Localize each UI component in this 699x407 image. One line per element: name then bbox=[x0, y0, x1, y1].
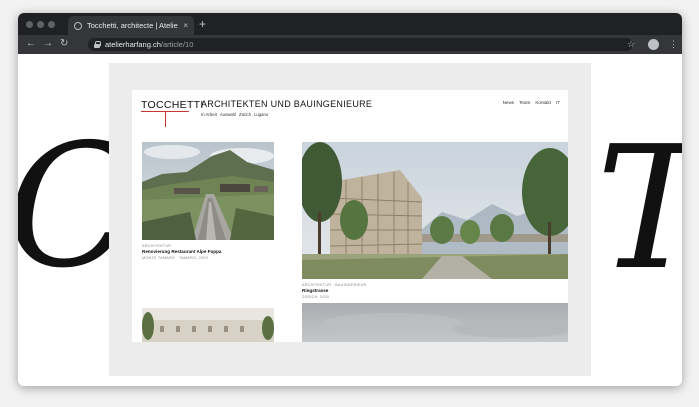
reload-icon[interactable]: ↻ bbox=[60, 38, 68, 50]
background-glyph-right: T bbox=[596, 124, 682, 294]
ringstrasse-render bbox=[302, 142, 568, 279]
url-text[interactable]: atelierharfang.ch/article/10 bbox=[105, 40, 193, 49]
favicon-icon bbox=[74, 21, 82, 30]
nav-item-news[interactable]: News bbox=[503, 100, 515, 105]
subnav-item-auswahl[interactable]: Auswahl bbox=[220, 112, 236, 117]
back-arrow-icon[interactable]: ← bbox=[26, 38, 36, 50]
subnav-item-zurich[interactable]: Zürich bbox=[239, 112, 251, 117]
url-domain: atelierharfang.ch bbox=[105, 40, 161, 49]
main-navigation: News Team Kontakt IT bbox=[503, 100, 560, 105]
menu-kebab-icon[interactable]: ⋮ bbox=[669, 38, 678, 50]
browser-toolbar: ← → ↻ atelierharfang.ch/article/10 ☆ ⋮ bbox=[18, 35, 682, 54]
project-image-4[interactable] bbox=[302, 303, 568, 342]
browser-tab[interactable]: Tocchetti, architecte | Atelier H × bbox=[68, 16, 194, 35]
project-category: ARCHITEKTUR bbox=[142, 244, 172, 248]
project-details: ZÜRICH, 2020 bbox=[302, 295, 330, 299]
maximize-window-dot[interactable] bbox=[48, 21, 55, 28]
nav-item-kontakt[interactable]: Kontakt bbox=[535, 100, 551, 105]
forward-arrow-icon[interactable]: → bbox=[43, 38, 53, 50]
project-category: ARCHITEKTUR · BAUINGENIEUR bbox=[302, 283, 367, 287]
new-tab-button[interactable]: + bbox=[199, 17, 206, 31]
logo-accent-stem bbox=[165, 111, 166, 127]
subnav-item-lugano[interactable]: Lugano bbox=[254, 112, 268, 117]
browser-window: Tocchetti, architecte | Atelier H × + ← … bbox=[18, 13, 682, 386]
lock-icon bbox=[94, 41, 101, 48]
tab-close-icon[interactable]: × bbox=[183, 21, 188, 30]
project-image-alpe-foppa[interactable] bbox=[142, 142, 274, 240]
tab-title: Tocchetti, architecte | Atelier H bbox=[87, 21, 179, 30]
address-bar[interactable]: atelierharfang.ch/article/10 bbox=[88, 38, 633, 51]
minimize-window-dot[interactable] bbox=[37, 21, 44, 28]
page-viewport: C T TOCCHETTI ARCHITEKTEN UND BAUINGENIE… bbox=[18, 54, 682, 386]
nav-item-language[interactable]: IT bbox=[556, 100, 560, 105]
close-window-dot[interactable] bbox=[26, 21, 33, 28]
tab-bar: Tocchetti, architecte | Atelier H × + bbox=[18, 13, 682, 35]
project-title[interactable]: Renovierung Restaurant Alpe Foppa bbox=[142, 249, 221, 254]
bookmark-star-icon[interactable]: ☆ bbox=[627, 38, 635, 50]
nav-item-team[interactable]: Team bbox=[519, 100, 530, 105]
project-4-render bbox=[302, 303, 568, 342]
project-title[interactable]: Ringstrasse bbox=[302, 288, 328, 293]
subnav-item-in-arbeit[interactable]: In Arbeit bbox=[201, 112, 217, 117]
profile-avatar-icon[interactable] bbox=[648, 39, 659, 50]
website-preview: TOCCHETTI ARCHITEKTEN UND BAUINGENIEURE … bbox=[132, 90, 568, 342]
alpe-foppa-render bbox=[142, 142, 274, 240]
project-details: MONTE TAMARO · TAMARO, 2020 bbox=[142, 256, 208, 260]
sub-navigation: In Arbeit Auswahl Zürich Lugano bbox=[201, 112, 268, 117]
site-logo[interactable]: TOCCHETTI bbox=[141, 99, 204, 111]
project-3-render bbox=[142, 308, 274, 342]
url-path: /article/10 bbox=[160, 40, 194, 49]
site-headline: ARCHITEKTEN UND BAUINGENIEURE bbox=[201, 99, 373, 109]
project-image-3[interactable] bbox=[142, 308, 274, 342]
project-image-ringstrasse[interactable] bbox=[302, 142, 568, 279]
